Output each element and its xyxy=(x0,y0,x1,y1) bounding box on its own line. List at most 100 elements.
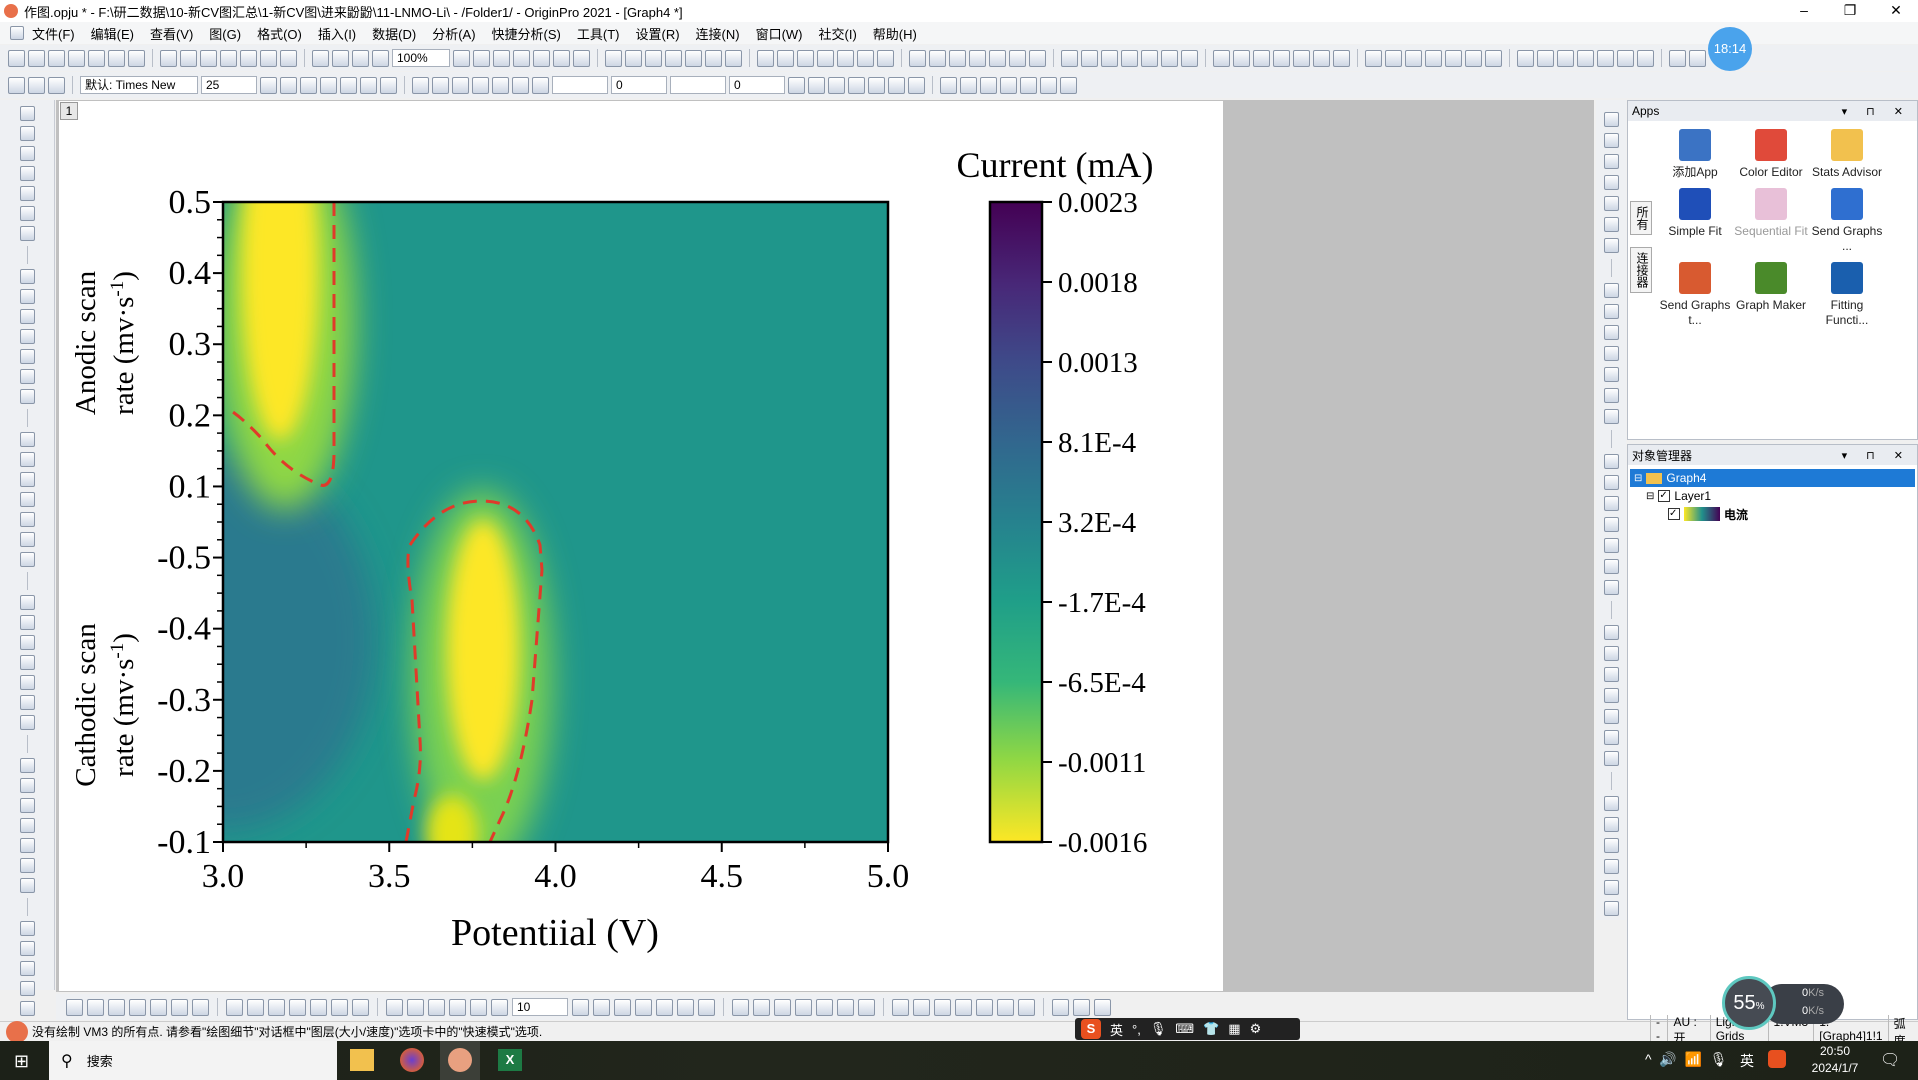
toolbar-button-icon[interactable] xyxy=(331,998,348,1016)
toolbar-button-icon[interactable] xyxy=(816,998,833,1016)
checkbox-checked-icon[interactable]: ✓ xyxy=(1668,508,1680,520)
memory-gauge[interactable]: 55% xyxy=(1722,976,1776,1030)
search-box[interactable]: ⚲ 搜索 xyxy=(49,1041,337,1080)
ime-language[interactable]: 英 xyxy=(1110,1020,1123,1039)
app-item[interactable]: Stats Advisor xyxy=(1810,129,1884,180)
tray-clock[interactable]: 20:50 2024/1/7 xyxy=(1800,1043,1870,1077)
toolbar-button-icon[interactable] xyxy=(1603,859,1619,874)
toolbar-button-icon[interactable] xyxy=(268,998,285,1016)
app-item[interactable]: Simple Fit xyxy=(1658,188,1732,254)
toolbar-button-icon[interactable] xyxy=(1018,998,1035,1016)
app-item[interactable]: Graph Maker xyxy=(1734,262,1808,328)
punctuation-icon[interactable]: °, xyxy=(1132,1022,1141,1037)
toolbar-button-icon[interactable] xyxy=(1603,388,1619,403)
toolbar-button-icon[interactable] xyxy=(1603,730,1619,745)
toolbar-button-icon[interactable] xyxy=(1603,346,1619,361)
toolbar-button-icon[interactable] xyxy=(1603,580,1619,595)
toolbar-button-icon[interactable] xyxy=(1603,238,1619,253)
toolbar-button-icon[interactable] xyxy=(753,998,770,1016)
toolbar-button-icon[interactable] xyxy=(837,998,854,1016)
toolbar-button-icon[interactable] xyxy=(386,998,403,1016)
toolbar-button-icon[interactable] xyxy=(1603,304,1619,319)
toolbar-button-icon[interactable] xyxy=(1603,325,1619,340)
tree-item-layer[interactable]: ⊟ ✓ Layer1 xyxy=(1628,487,1917,505)
toolbar-button-icon[interactable] xyxy=(1603,517,1619,532)
collapse-icon[interactable]: ⊟ xyxy=(1634,473,1642,484)
toolbar-button-icon[interactable] xyxy=(1603,751,1619,766)
toolbar-button-icon[interactable] xyxy=(407,998,424,1016)
skin-icon[interactable]: 👕 xyxy=(1203,1021,1219,1037)
toolbar-button-icon[interactable] xyxy=(913,998,930,1016)
tab-connectors[interactable]: 连接器 xyxy=(1630,247,1652,293)
toolbar-button-icon[interactable] xyxy=(1603,175,1619,190)
toolbar-button-icon[interactable] xyxy=(656,998,673,1016)
toolbar-button-icon[interactable] xyxy=(795,998,812,1016)
toolbar-button-icon[interactable] xyxy=(934,998,951,1016)
toolbar-button-icon[interactable] xyxy=(997,998,1014,1016)
toolbar-button-icon[interactable] xyxy=(1603,538,1619,553)
size-combo[interactable]: 10 xyxy=(512,998,568,1016)
file-explorer-icon[interactable] xyxy=(350,1049,374,1071)
toolbox-icon[interactable]: ▦ xyxy=(1228,1021,1240,1037)
toolbar-button-icon[interactable] xyxy=(1603,880,1619,895)
app-item[interactable]: Fitting Functi... xyxy=(1810,262,1884,328)
app-item[interactable]: 添加App xyxy=(1658,129,1732,180)
excel-icon[interactable]: X xyxy=(498,1049,522,1071)
toolbar-button-icon[interactable] xyxy=(129,998,146,1016)
toolbar-button-icon[interactable] xyxy=(1603,559,1619,574)
toolbar-button-icon[interactable] xyxy=(1603,112,1619,127)
toolbar-button-icon[interactable] xyxy=(1603,196,1619,211)
toolbar-button-icon[interactable] xyxy=(87,998,104,1016)
toolbar-button-icon[interactable] xyxy=(892,998,909,1016)
app-item[interactable]: Send Graphs t... xyxy=(1658,262,1732,328)
toolbar-button-icon[interactable] xyxy=(593,998,610,1016)
origin-taskbar-button[interactable] xyxy=(440,1041,480,1080)
toolbar-button-icon[interactable] xyxy=(108,998,125,1016)
toolbar-button-icon[interactable] xyxy=(1603,496,1619,511)
toolbar-button-icon[interactable] xyxy=(1603,367,1619,382)
tree-item-plot[interactable]: ✓ 电流 xyxy=(1628,505,1917,523)
toolbar-button-icon[interactable] xyxy=(1603,475,1619,490)
toolbar-button-icon[interactable] xyxy=(449,998,466,1016)
toolbar-button-icon[interactable] xyxy=(1603,283,1619,298)
toolbar-button-icon[interactable] xyxy=(1603,838,1619,853)
sogou-tray-icon[interactable] xyxy=(1768,1050,1786,1068)
checkbox-checked-icon[interactable]: ✓ xyxy=(1658,490,1671,502)
toolbar-button-icon[interactable] xyxy=(19,1001,35,1016)
toolbar-button-icon[interactable] xyxy=(732,998,749,1016)
toolbar-button-icon[interactable] xyxy=(150,998,167,1016)
app-item[interactable]: Send Graphs ... xyxy=(1810,188,1884,254)
toolbar-button-icon[interactable] xyxy=(1603,667,1619,682)
toolbar-button-icon[interactable] xyxy=(635,998,652,1016)
toolbar-button-icon[interactable] xyxy=(491,998,508,1016)
toolbar-button-icon[interactable] xyxy=(1052,998,1069,1016)
panel-controls[interactable]: ▾ ⊓ ✕ xyxy=(1842,105,1911,118)
toolbar-button-icon[interactable] xyxy=(1603,133,1619,148)
toolbar-button-icon[interactable] xyxy=(289,998,306,1016)
app-item[interactable]: Sequential Fit xyxy=(1734,188,1808,254)
keyboard-icon[interactable]: ⌨ xyxy=(1175,1021,1194,1037)
toolbar-button-icon[interactable] xyxy=(1603,454,1619,469)
toolbar-button-icon[interactable] xyxy=(572,998,589,1016)
toolbar-button-icon[interactable] xyxy=(774,998,791,1016)
toolbar-button-icon[interactable] xyxy=(1603,817,1619,832)
toolbar-button-icon[interactable] xyxy=(955,998,972,1016)
notification-icon[interactable]: 🗨 xyxy=(1880,1050,1900,1070)
toolbar-button-icon[interactable] xyxy=(352,998,369,1016)
toolbar-button-icon[interactable] xyxy=(1073,998,1090,1016)
tray-icons[interactable]: ^ 🔊 📶 🎙 xyxy=(1645,1051,1728,1068)
tray-language[interactable]: 英 xyxy=(1740,1051,1754,1071)
toolbar-button-icon[interactable] xyxy=(976,998,993,1016)
toolbar-button-icon[interactable] xyxy=(1603,646,1619,661)
toolbar-button-icon[interactable] xyxy=(858,998,875,1016)
toolbar-button-icon[interactable] xyxy=(171,998,188,1016)
toolbar-button-icon[interactable] xyxy=(698,998,715,1016)
toolbar-button-icon[interactable] xyxy=(192,998,209,1016)
collapse-icon[interactable]: ⊟ xyxy=(1646,491,1654,502)
toolbar-button-icon[interactable] xyxy=(470,998,487,1016)
toolbar-button-icon[interactable] xyxy=(1094,998,1111,1016)
toolbar-button-icon[interactable] xyxy=(1603,217,1619,232)
toolbar-button-icon[interactable] xyxy=(614,998,631,1016)
toolbar-button-icon[interactable] xyxy=(1603,709,1619,724)
sogou-icon[interactable]: S xyxy=(1081,1019,1101,1039)
